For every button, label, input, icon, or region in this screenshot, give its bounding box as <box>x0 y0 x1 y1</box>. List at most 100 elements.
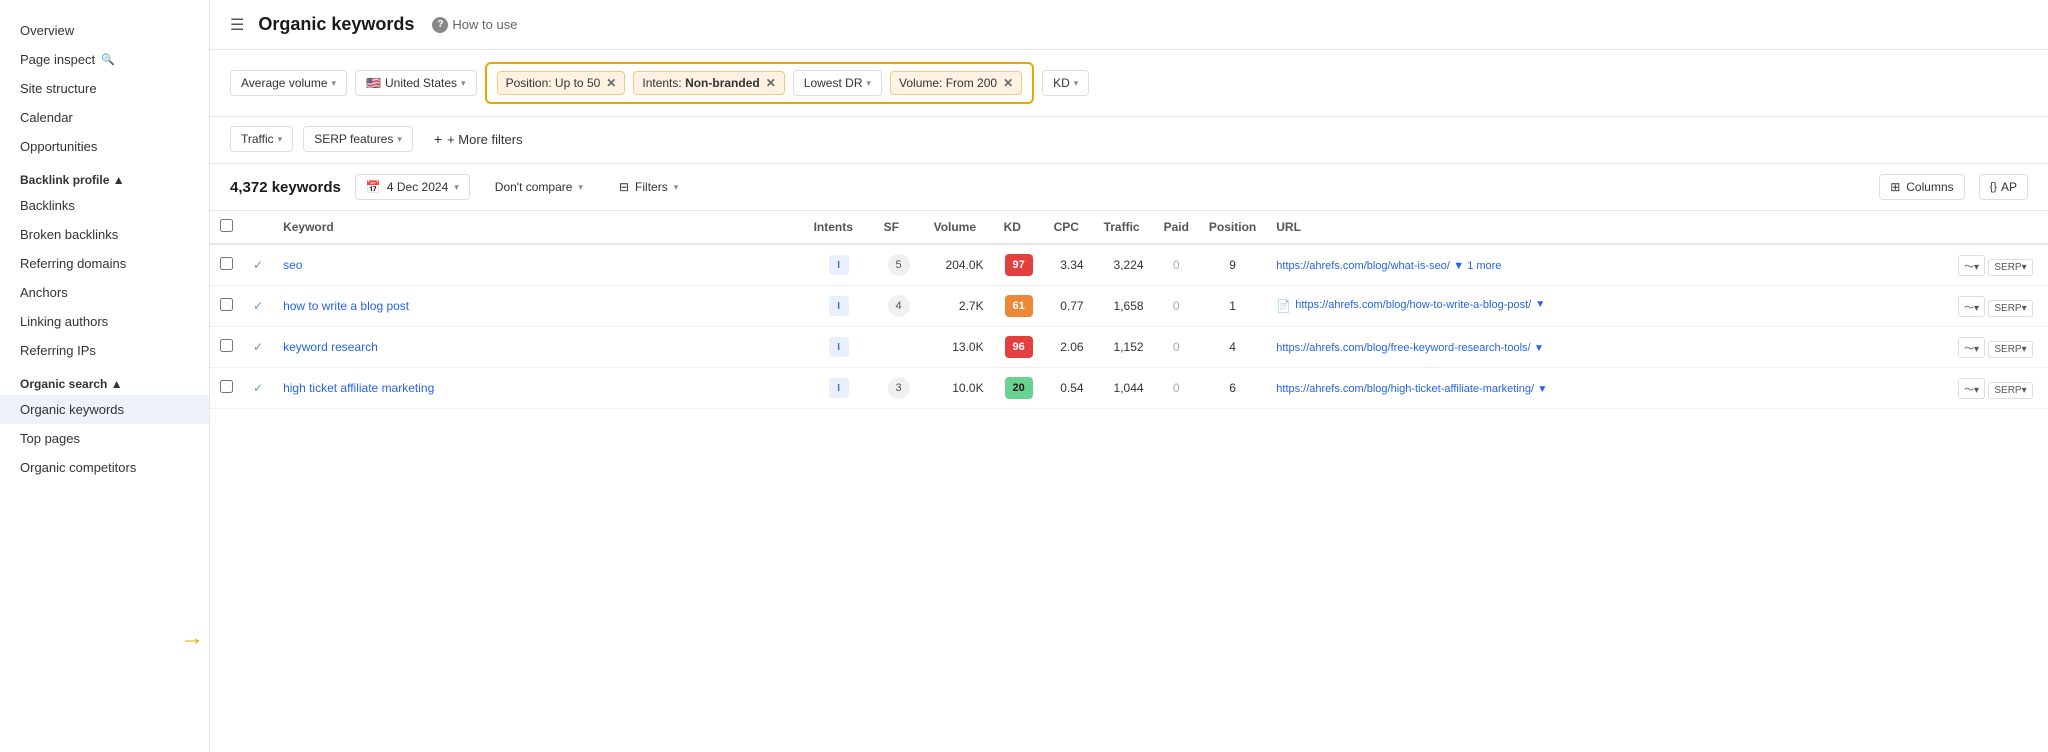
trend-button[interactable]: 〜▾ <box>1958 296 1985 317</box>
row-checkbox[interactable] <box>220 257 233 270</box>
serp-features-dropdown[interactable]: SERP features ▾ <box>303 126 413 152</box>
sidebar-item-organic-keywords[interactable]: Organic keywords <box>0 395 209 424</box>
cpc-cell: 2.06 <box>1044 327 1094 368</box>
sf-value: 4 <box>888 295 910 317</box>
position-cell: 6 <box>1199 368 1266 409</box>
sidebar-item-opportunities[interactable]: Opportunities <box>0 132 209 161</box>
sidebar-item-calendar[interactable]: Calendar <box>0 103 209 132</box>
how-to-use-button[interactable]: ? How to use <box>432 17 517 33</box>
sidebar-item-site-structure[interactable]: Site structure <box>0 74 209 103</box>
sidebar-item-backlinks[interactable]: Backlinks <box>0 191 209 220</box>
serp-button[interactable]: SERP▾ <box>1988 382 2032 399</box>
sidebar-item-organic-competitors[interactable]: Organic competitors <box>0 453 209 482</box>
kd-badge: 61 <box>1005 295 1033 317</box>
col-header-intents[interactable]: Intents <box>804 211 874 244</box>
sidebar-item-label: Broken backlinks <box>20 227 118 242</box>
filter-icon: ⊟ <box>619 180 629 194</box>
row-checkbox[interactable] <box>220 298 233 311</box>
sidebar-item-overview[interactable]: Overview <box>0 16 209 45</box>
sidebar-section-backlink[interactable]: Backlink profile ▲ <box>0 161 209 191</box>
api-button[interactable]: {} AP <box>1979 174 2028 200</box>
position-cell: 1 <box>1199 286 1266 327</box>
kd-badge: 97 <box>1005 254 1033 276</box>
col-header-traffic[interactable]: Traffic <box>1094 211 1154 244</box>
sidebar-item-label: Referring IPs <box>20 343 96 358</box>
sidebar-item-referring-domains[interactable]: Referring domains <box>0 249 209 278</box>
serp-button[interactable]: SERP▾ <box>1988 259 2032 276</box>
serp-button[interactable]: SERP▾ <box>1988 300 2032 317</box>
serp-button[interactable]: SERP▾ <box>1988 341 2032 358</box>
row-checkbox[interactable] <box>220 339 233 352</box>
lowest-dr-dropdown[interactable]: Lowest DR ▾ <box>793 70 882 96</box>
columns-icon: ⊞ <box>1890 180 1900 194</box>
intents-cell: I <box>804 244 874 286</box>
sidebar-item-page-inspect[interactable]: Page inspect 🔍 <box>0 45 209 74</box>
col-header-paid[interactable]: Paid <box>1154 211 1199 244</box>
compare-button[interactable]: Don't compare ▾ <box>484 174 594 200</box>
select-all-checkbox[interactable] <box>220 219 233 232</box>
intents-cell: I <box>804 368 874 409</box>
keyword-link[interactable]: seo <box>283 258 302 272</box>
keyword-link[interactable]: keyword research <box>283 340 378 354</box>
url-link[interactable]: https://ahrefs.com/blog/how-to-write-a-b… <box>1295 299 1531 311</box>
table-header-row: Keyword Intents SF Volume KD C <box>210 211 2048 244</box>
sidebar-item-referring-ips[interactable]: Referring IPs <box>0 336 209 365</box>
row-check-cell: ✓ <box>243 286 273 327</box>
keyword-cell: how to write a blog post <box>273 286 804 327</box>
sidebar-item-anchors[interactable]: Anchors <box>0 278 209 307</box>
sidebar-item-linking-authors[interactable]: Linking authors <box>0 307 209 336</box>
filters-button[interactable]: ⊟ Filters ▾ <box>608 174 689 200</box>
col-header-kd[interactable]: KD <box>994 211 1044 244</box>
keywords-table: Keyword Intents SF Volume KD C <box>210 211 2048 409</box>
how-to-use-label: How to use <box>452 17 517 32</box>
columns-button[interactable]: ⊞ Columns <box>1879 174 1964 200</box>
doc-icon: 📄 <box>1276 299 1291 313</box>
row-checkbox[interactable] <box>220 380 233 393</box>
keyword-link[interactable]: high ticket affiliate marketing <box>283 381 434 395</box>
url-link[interactable]: https://ahrefs.com/blog/free-keyword-res… <box>1276 342 1530 354</box>
kd-dropdown[interactable]: KD ▾ <box>1042 70 1089 96</box>
col-header-keyword[interactable]: Keyword <box>273 211 804 244</box>
col-header-sf[interactable]: SF <box>874 211 924 244</box>
sidebar-item-top-pages[interactable]: Top pages <box>0 424 209 453</box>
cpc-cell: 0.77 <box>1044 286 1094 327</box>
sidebar-section-organic[interactable]: Organic search ▲ <box>0 365 209 395</box>
page-header: ☰ Organic keywords ? How to use <box>210 0 2048 50</box>
date-picker-button[interactable]: 📅 4 Dec 2024 ▾ <box>355 174 470 200</box>
country-dropdown[interactable]: 🇺🇸 United States ▾ <box>355 70 477 96</box>
trend-button[interactable]: 〜▾ <box>1958 255 1985 276</box>
close-icon[interactable]: ✕ <box>766 76 776 90</box>
volume-cell: 2.7K <box>924 286 994 327</box>
kd-cell: 20 <box>994 368 1044 409</box>
sf-value: 5 <box>888 254 910 276</box>
intent-badge: I <box>829 255 849 275</box>
col-header-cpc[interactable]: CPC <box>1044 211 1094 244</box>
keyword-link[interactable]: how to write a blog post <box>283 299 409 313</box>
calendar-icon: 📅 <box>366 180 381 194</box>
col-header-url[interactable]: URL <box>1266 211 1948 244</box>
sidebar-item-broken-backlinks[interactable]: Broken backlinks <box>0 220 209 249</box>
close-icon[interactable]: ✕ <box>1003 76 1013 90</box>
table-row: ✓ keyword research I 13.0K 96 2.06 1,152 <box>210 327 2048 368</box>
traffic-cell: 1,044 <box>1094 368 1154 409</box>
close-icon[interactable]: ✕ <box>606 76 616 90</box>
url-more-link[interactable]: ▼ 1 more <box>1453 260 1501 272</box>
keyword-cell: high ticket affiliate marketing <box>273 368 804 409</box>
caret-down-icon: ▾ <box>674 182 679 193</box>
trend-button[interactable]: 〜▾ <box>1958 337 1985 358</box>
trend-button[interactable]: 〜▾ <box>1958 378 1985 399</box>
url-link[interactable]: https://ahrefs.com/blog/what-is-seo/ <box>1276 260 1450 272</box>
active-filters-group: Position: Up to 50 ✕ Intents: Non-brande… <box>485 62 1035 104</box>
col-header-volume[interactable]: Volume <box>924 211 994 244</box>
col-header-position[interactable]: Position <box>1199 211 1266 244</box>
kd-cell: 96 <box>994 327 1044 368</box>
traffic-dropdown[interactable]: Traffic ▾ <box>230 126 293 152</box>
avg-volume-dropdown[interactable]: Average volume ▾ <box>230 70 347 96</box>
hamburger-icon[interactable]: ☰ <box>230 15 244 35</box>
url-link[interactable]: https://ahrefs.com/blog/high-ticket-affi… <box>1276 383 1534 395</box>
sidebar-item-label: Organic competitors <box>20 460 136 475</box>
more-filters-button[interactable]: + + More filters <box>423 125 534 153</box>
paid-cell: 0 <box>1154 244 1199 286</box>
keywords-count: 4,372 keywords <box>230 179 341 196</box>
caret-down-icon: ▾ <box>1074 78 1079 89</box>
